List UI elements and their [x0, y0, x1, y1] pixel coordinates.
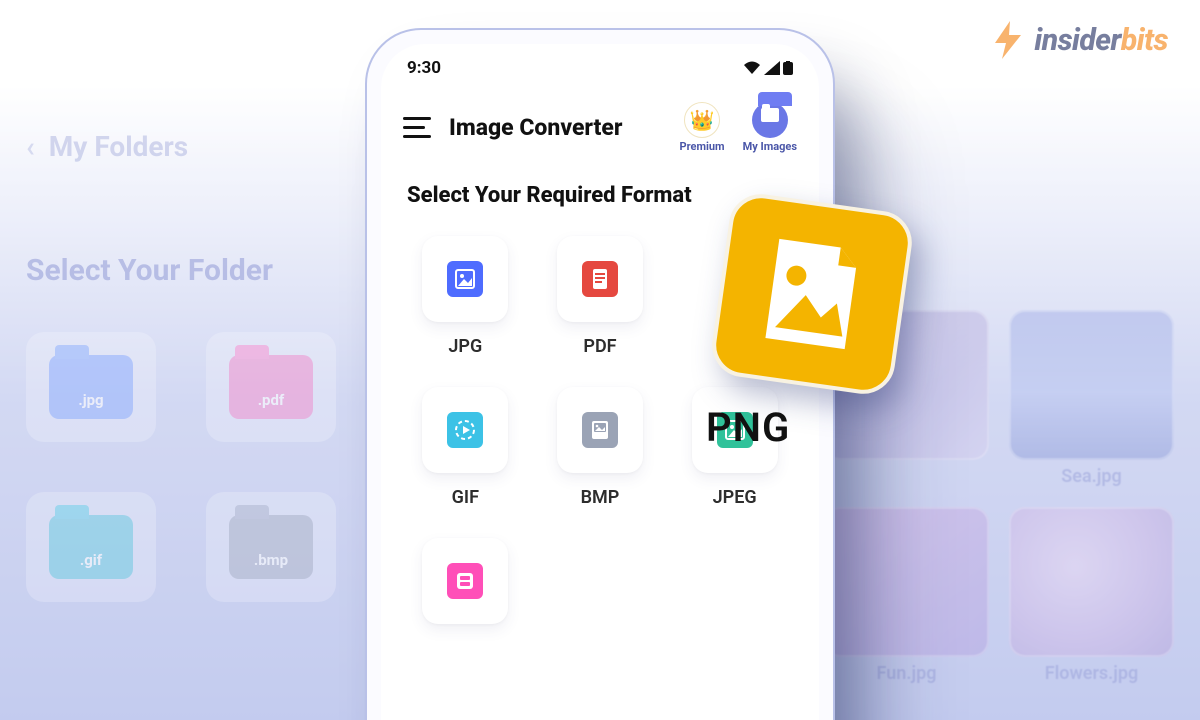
stage: insiderbits ‹ My Folders Select Your Fol… [0, 0, 1200, 720]
thumbnail-image [1009, 507, 1174, 657]
thumb-caption: Fun.jpg [824, 663, 989, 684]
thumbnail-image [824, 507, 989, 657]
format-jpg[interactable]: JPG [407, 236, 524, 357]
image-file-icon [744, 226, 880, 362]
app-header: Image Converter 👑 Premium My Images [381, 82, 819, 159]
format-bmp[interactable]: BMP [542, 387, 659, 508]
app-title: Image Converter [449, 114, 622, 141]
chevron-left-icon[interactable]: ‹ [26, 130, 35, 163]
status-bar: 9:30 [381, 44, 819, 82]
folder-icon [761, 108, 779, 122]
my-images-button[interactable]: My Images [743, 102, 797, 153]
folder-tile-bmp[interactable]: .bmp [206, 492, 336, 602]
format-gif[interactable]: GIF [407, 387, 524, 508]
bolt-icon [986, 18, 1030, 62]
format-label: JPEG [713, 487, 757, 508]
crown-icon: 👑 [690, 110, 715, 130]
thumb-caption: Flowers.jpg [1009, 663, 1174, 684]
image-icon [447, 563, 483, 599]
wifi-icon [743, 61, 761, 75]
thumb-caption: Sea.jpg [1009, 466, 1174, 487]
format-label: JPG [448, 336, 482, 357]
folder-icon: .jpg [49, 355, 133, 419]
format-label: PDF [583, 336, 616, 357]
thumb-item[interactable]: Fun.jpg [824, 507, 989, 684]
document-icon [582, 261, 618, 297]
thumb-item[interactable]: Sea.jpg [1009, 310, 1174, 487]
premium-button[interactable]: 👑 Premium [679, 102, 724, 153]
folder-icon: .bmp [229, 515, 313, 579]
folder-icon: .pdf [229, 355, 313, 419]
menu-button[interactable] [403, 117, 431, 139]
play-icon [447, 412, 483, 448]
format-label: GIF [452, 487, 479, 508]
status-icons [743, 61, 793, 75]
image-icon [447, 261, 483, 297]
folder-icon: .gif [49, 515, 133, 579]
brand-logo: insiderbits [986, 18, 1168, 62]
format-pdf[interactable]: PDF [542, 236, 659, 357]
my-folders-title: My Folders [49, 130, 188, 163]
png-highlight-label: PNG [706, 404, 790, 451]
folder-tile-pdf[interactable]: .pdf [206, 332, 336, 442]
thumbnail-image [1009, 310, 1174, 460]
brand-text: insiderbits [1034, 23, 1168, 58]
png-highlight-badge [708, 190, 916, 398]
image-icon [582, 412, 618, 448]
status-time: 9:30 [407, 58, 441, 78]
folder-tile-gif[interactable]: .gif [26, 492, 156, 602]
battery-icon [783, 61, 793, 75]
thumb-item[interactable]: Flowers.jpg [1009, 507, 1174, 684]
signal-icon [764, 61, 780, 75]
format-label: BMP [581, 487, 620, 508]
folder-tile-jpg[interactable]: .jpg [26, 332, 156, 442]
format-webp[interactable]: WEBP [407, 538, 524, 659]
